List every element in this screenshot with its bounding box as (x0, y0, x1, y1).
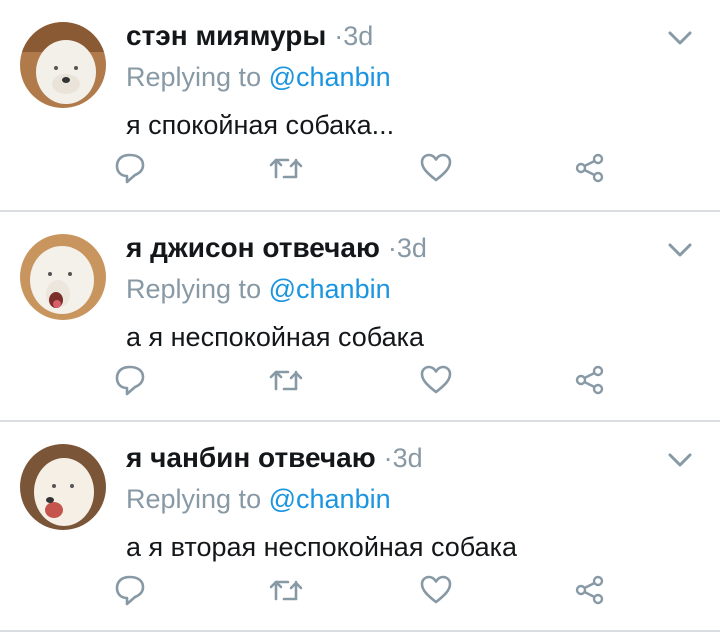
share-button[interactable] (570, 570, 610, 610)
replying-to: Replying to @chanbin (126, 484, 391, 515)
timestamp[interactable]: ·3d (384, 443, 423, 474)
avatar[interactable] (20, 444, 106, 530)
avatar[interactable] (20, 22, 106, 108)
reply-handle-link[interactable]: @chanbin (269, 484, 391, 514)
display-name[interactable]: я чанбин отвечаю (126, 442, 376, 474)
like-button[interactable] (416, 570, 456, 610)
tweet-text: а я вторая неспокойная собака (126, 532, 518, 562)
like-button[interactable] (416, 360, 456, 400)
replying-to-label: Replying to (126, 484, 262, 514)
reply-handle-link[interactable]: @chanbin (269, 62, 391, 92)
tweet-header: стэн миямуры ·3d (126, 20, 373, 52)
reply-button[interactable] (110, 360, 150, 400)
reply-icon (115, 575, 145, 606)
replying-to-label: Replying to (126, 274, 262, 304)
tweet-actions (0, 570, 720, 610)
chevron-down-icon[interactable] (668, 30, 692, 46)
tweet-text: я спокойная собака... (126, 110, 395, 140)
reply-button[interactable] (110, 570, 150, 610)
replying-to: Replying to @chanbin (126, 62, 391, 93)
reply-handle-link[interactable]: @chanbin (269, 274, 391, 304)
tweet-header: я джисон отвечаю ·3d (126, 232, 427, 264)
chevron-down-icon[interactable] (668, 242, 692, 258)
retweet-icon (269, 370, 303, 391)
display-name[interactable]: стэн миямуры (126, 20, 326, 52)
heart-icon (420, 365, 452, 394)
tweet-text: а я неспокойная собака (126, 322, 425, 352)
tweet-actions (0, 148, 720, 188)
share-icon (575, 153, 604, 183)
retweet-button[interactable] (266, 360, 306, 400)
like-button[interactable] (416, 148, 456, 188)
replying-to: Replying to @chanbin (126, 274, 391, 305)
reply-button[interactable] (110, 148, 150, 188)
share-icon (575, 575, 604, 605)
retweet-button[interactable] (266, 570, 306, 610)
tweet[interactable]: я джисон отвечаю ·3d Replying to @chanbi… (0, 212, 720, 422)
share-icon (575, 365, 604, 395)
retweet-icon (269, 580, 303, 601)
timestamp[interactable]: ·3d (334, 21, 373, 52)
tweet[interactable]: я чанбин отвечаю ·3d Replying to @chanbi… (0, 422, 720, 632)
heart-icon (420, 575, 452, 604)
heart-icon (420, 153, 452, 182)
tweet-actions (0, 360, 720, 400)
reply-icon (115, 153, 145, 184)
share-button[interactable] (570, 148, 610, 188)
timestamp[interactable]: ·3d (388, 233, 427, 264)
share-button[interactable] (570, 360, 610, 400)
avatar[interactable] (20, 234, 106, 320)
replying-to-label: Replying to (126, 62, 262, 92)
retweet-icon (269, 158, 303, 179)
tweet[interactable]: стэн миямуры ·3d Replying to @chanbin я … (0, 0, 720, 212)
retweet-button[interactable] (266, 148, 306, 188)
reply-icon (115, 365, 145, 396)
tweet-header: я чанбин отвечаю ·3d (126, 442, 423, 474)
chevron-down-icon[interactable] (668, 452, 692, 468)
display-name[interactable]: я джисон отвечаю (126, 232, 380, 264)
